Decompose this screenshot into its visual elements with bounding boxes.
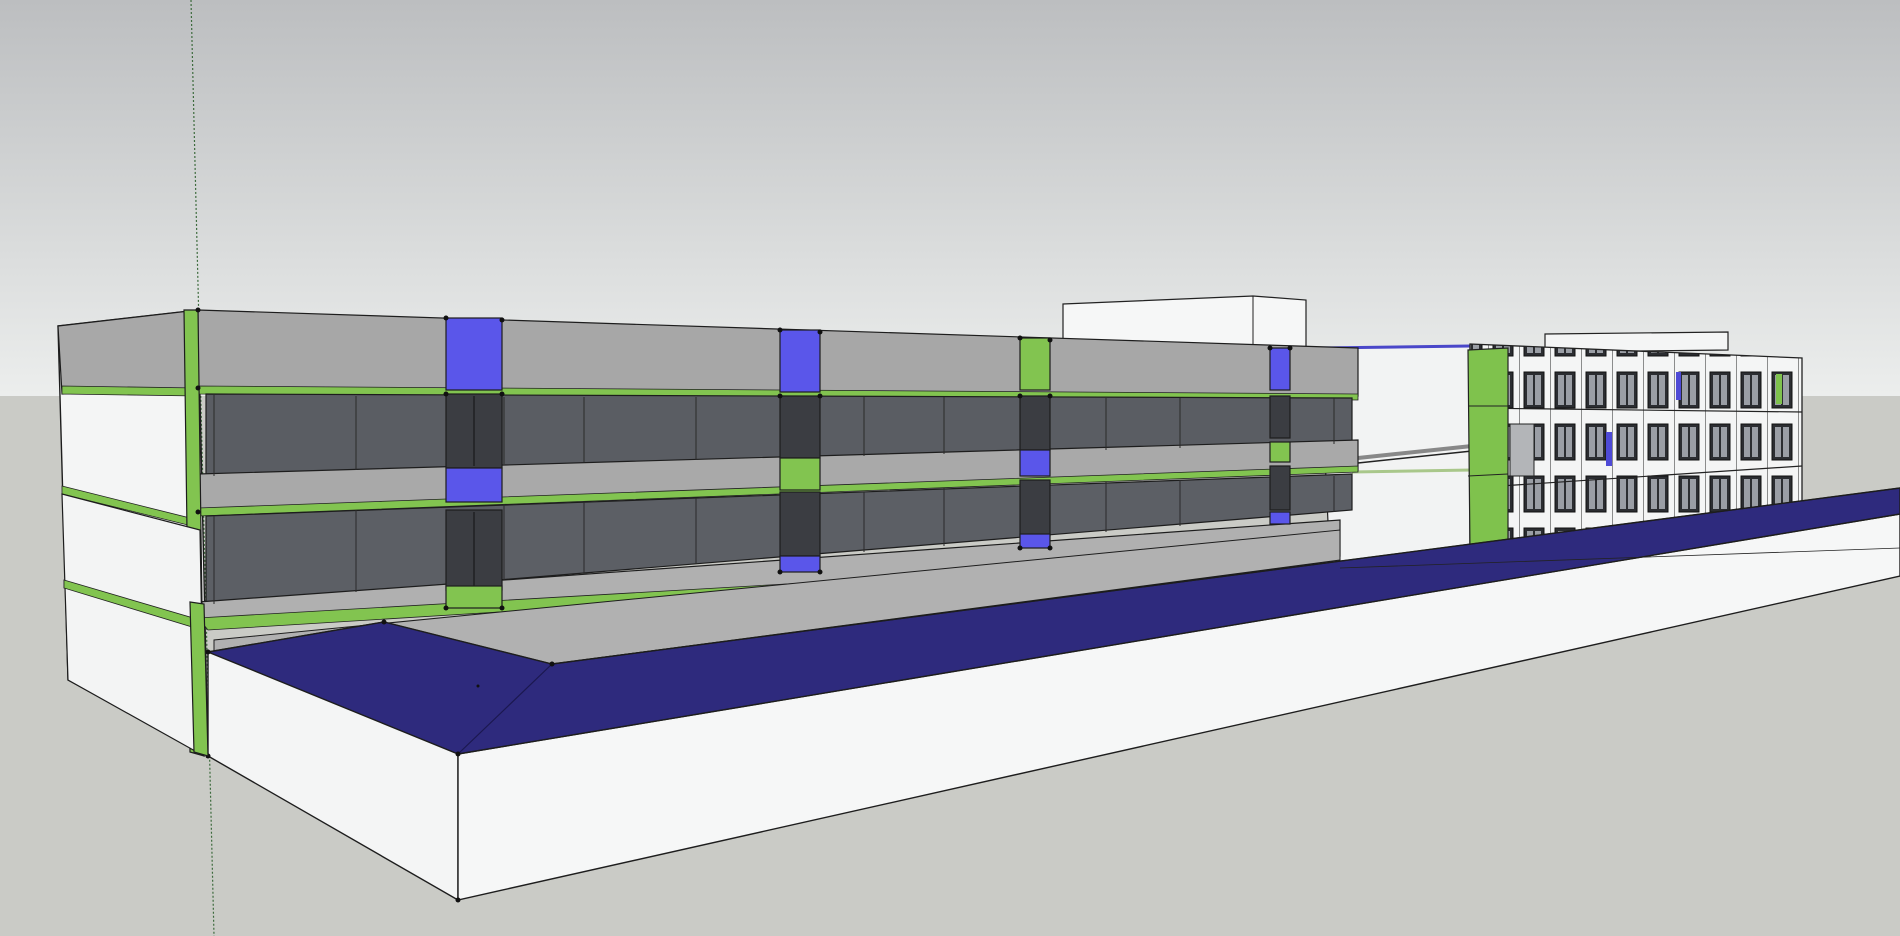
column-a (445, 317, 503, 609)
column-d (1269, 347, 1291, 525)
column-b (779, 329, 821, 573)
model-viewport[interactable] (0, 0, 1900, 936)
column-c (1019, 337, 1051, 549)
